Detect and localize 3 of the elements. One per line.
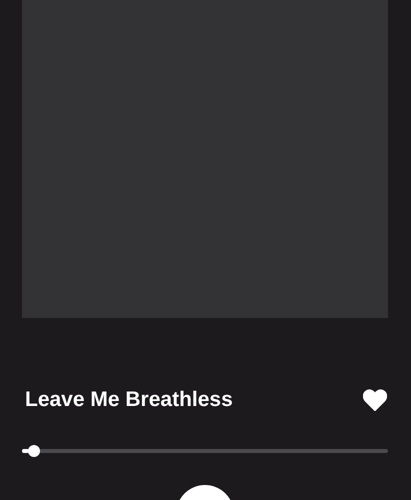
slider-thumb[interactable] (28, 445, 40, 457)
track-title: Leave Me Breathless (25, 388, 233, 412)
heart-icon[interactable] (363, 389, 387, 411)
